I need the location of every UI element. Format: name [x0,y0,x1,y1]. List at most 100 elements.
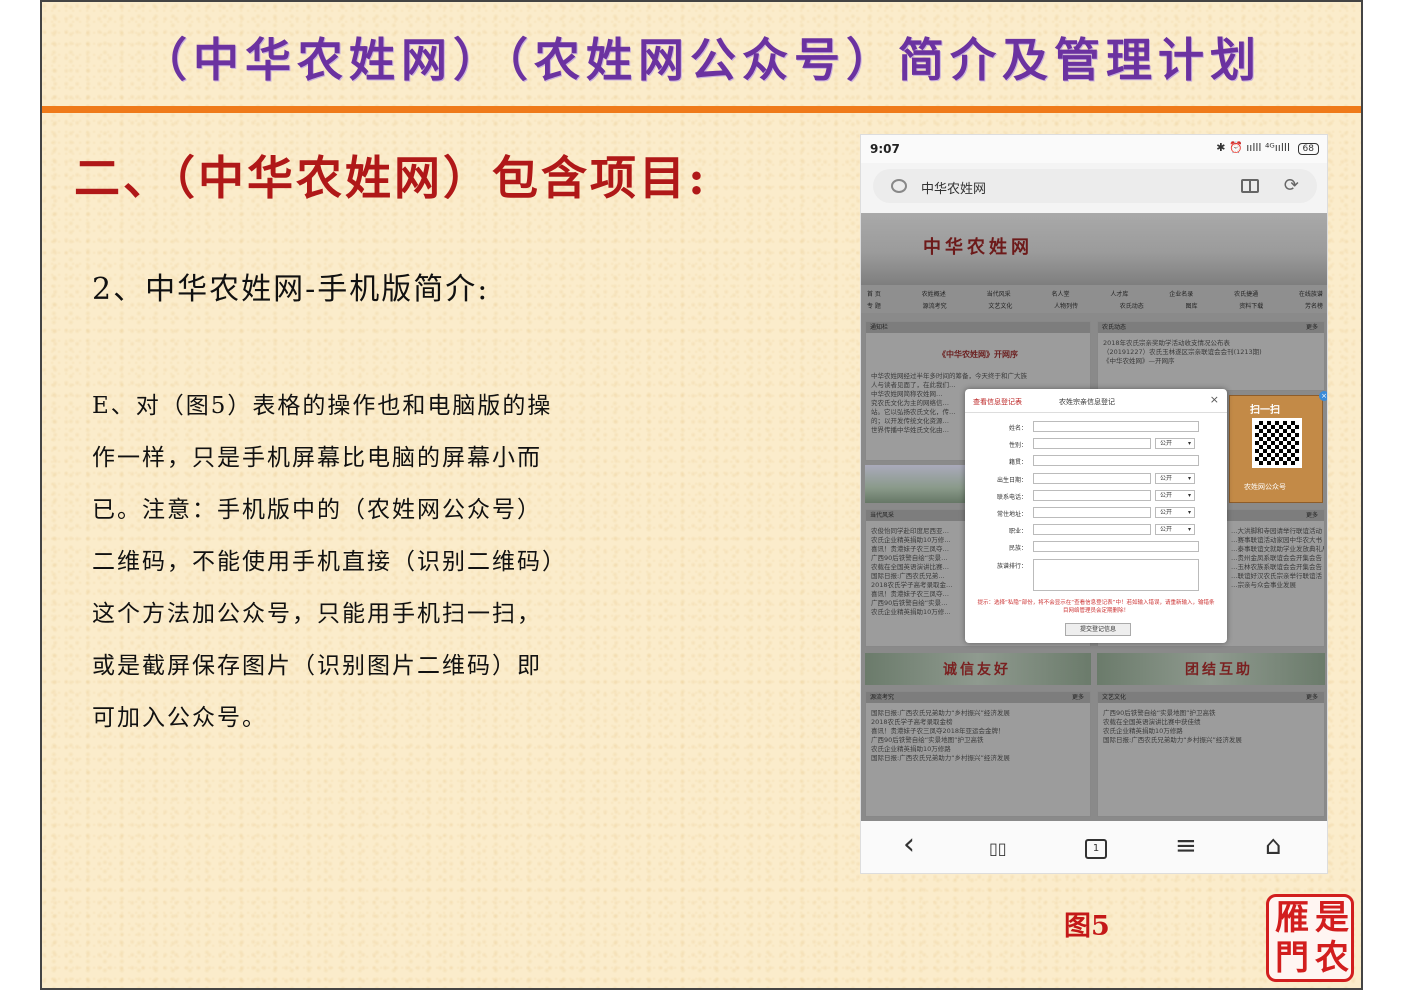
privacy-select[interactable]: 公开 [1155,490,1195,501]
field-label: 族谱排行： [996,563,1027,570]
job-input[interactable] [1033,524,1151,535]
qr-code-image [1252,418,1302,468]
privacy-select[interactable]: 公开 [1155,473,1195,484]
form-row-ethnicity: 民族： [965,541,1227,555]
registration-modal: 查看信息登记表 农姓宗亲信息登记 × 姓名： 性别： 公开 籍贯： [965,389,1227,643]
nav-item[interactable]: 文艺文化 [988,301,1012,310]
origin-panel: 源流考究 更多 国际日报:广西农氏兄弟助力“乡村振兴”经济发展 2018农氏学子高… [865,691,1091,817]
nav-item[interactable]: 名人堂 [1051,289,1069,298]
dynamic-line[interactable]: 《中华农姓网》—开网序 [1098,357,1324,366]
news-line[interactable]: …大洪脚和寺园请举行联谊活动 [1226,527,1324,536]
nav-item[interactable]: 当代风采 [987,289,1011,298]
origin-input[interactable] [1033,455,1199,466]
seal-char: 雁 [1275,898,1309,938]
banner-left-text: 诚信友好 [943,662,1011,678]
form-row-job: 职业： 公开 [965,524,1227,538]
seal-logo: 是 农 雁 門 [1266,894,1354,982]
address-bar[interactable]: 中华农姓网 ⟳ [873,169,1317,203]
nav-item[interactable]: 农姓概述 [922,289,946,298]
nav-row: 首 页 农姓概述 当代风采 名人堂 人才库 企业名录 农氏捷通 在线族谱 [867,289,1323,298]
address-input[interactable] [1033,507,1151,518]
panel-heading: 通知栏 [866,322,1090,333]
field-label: 常住地址： [996,511,1027,518]
submit-button[interactable]: 提交登记信息 [1065,623,1131,636]
field-label: 出生日期： [996,477,1027,484]
birthdate-input[interactable] [1033,473,1151,484]
nav-row: 专 题 源流考究 文艺文化 人物列传 农氏动态 图库 资料下载 芳名榜 [867,301,1323,310]
ethnicity-input[interactable] [1033,541,1199,552]
culture-line[interactable]: 国际日报:广西农氏兄弟助力“乡村振兴”经济发展 [1098,736,1324,745]
close-icon[interactable]: × [1319,391,1327,401]
notice-title[interactable]: 《中华农姓网》开网序 [866,349,1090,360]
home-icon[interactable]: ⌂ [1265,831,1282,861]
news-line[interactable]: …贵州金凤系联谊会会开集会告 [1226,554,1324,563]
nav-item[interactable]: 芳名榜 [1305,301,1323,310]
bookmarks-icon[interactable]: ▯▯ [989,839,1007,858]
nav-item[interactable]: 在线族谱 [1299,289,1323,298]
nav-item[interactable]: 首 页 [867,289,881,298]
genealogy-textarea[interactable] [1033,559,1199,591]
origin-line[interactable]: 喜讯！贵港妹子农三凤夺2018年亚运会金牌！ [866,727,1090,736]
origin-line[interactable]: 国际日报:广西农氏兄弟助力“乡村振兴”经济发展 [866,754,1090,763]
privacy-select[interactable]: 公开 [1155,438,1195,449]
field-label: 民族： [1008,545,1027,552]
field-label: 职业： [1008,528,1027,535]
nav-item[interactable]: 农氏动态 [1120,301,1144,310]
field-label: 姓名： [1008,425,1027,432]
origin-line[interactable]: 广西90后铁警自绘“实景地图”护卫高铁 [866,736,1090,745]
web-nav: 首 页 农姓概述 当代风采 名人堂 人才库 企业名录 农氏捷通 在线族谱 专 题… [861,285,1327,313]
dynamic-line[interactable]: 2018年农氏宗亲奖助学活动收支情况公布表 [1098,339,1324,348]
more-link[interactable]: 更多 [1306,322,1318,333]
header-title: （中华农姓网）（农姓网公众号）简介及管理计划 [141,33,1262,87]
news-line[interactable]: …泰事联谊文就助学业发放典礼局 [1226,545,1324,554]
origin-line[interactable]: 国际日报:广西农氏兄弟助力“乡村振兴”经济发展 [866,709,1090,718]
nav-item[interactable]: 人才库 [1110,289,1128,298]
name-input[interactable] [1033,421,1199,432]
nav-item[interactable]: 农氏捷通 [1234,289,1258,298]
culture-line[interactable]: 农载在全国英语演讲比赛中获佳绩 [1098,718,1324,727]
nav-item[interactable]: 资料下载 [1239,301,1263,310]
panel-heading: 文艺文化 更多 [1098,692,1324,703]
nav-item[interactable]: 专 题 [867,301,881,310]
news-line[interactable]: …联谊好汉农氏宗亲举行联谊活 [1226,572,1324,581]
modal-tip: 提示：选择“私隐”部份，将不会显示在“查看信息登记表”中！若如输入错误，请重新输… [977,600,1215,614]
nav-item[interactable]: 图库 [1186,301,1198,310]
section-title: 二、（中华农姓网）包含项目: [74,151,708,205]
more-link[interactable]: 更多 [1072,692,1084,703]
menu-icon[interactable]: ≡ [1175,831,1197,861]
reader-mode-icon[interactable] [1241,179,1259,193]
news-line[interactable]: …玉林农族系联谊会会开集会告 [1226,563,1324,572]
origin-line[interactable]: 2018农氏学子高考录取金榜 [866,718,1090,727]
privacy-select[interactable]: 公开 [1155,507,1195,518]
gender-input[interactable] [1033,438,1151,449]
close-icon[interactable]: × [1210,393,1219,406]
phone-input[interactable] [1033,490,1151,501]
slide: （中华农姓网）（农姓网公众号）简介及管理计划 二、（中华农姓网）包含项目: 2、… [40,0,1363,990]
back-icon[interactable]: ‹ [903,827,915,862]
dynamic-line[interactable]: （20191227）农氏玉林遂区宗亲联谊会会刊(1213期) [1098,348,1324,357]
nav-item[interactable]: 企业名录 [1169,289,1193,298]
banner-left: 诚信友好 [865,653,1091,685]
web-logo: 中华农姓网 [923,237,1033,258]
more-link[interactable]: 更多 [1306,692,1318,703]
panel-heading-text: 农氏动态 [1102,324,1127,331]
phone-screenshot: 9:07 ✱ ⏰ ıılll ⁴ᴳıılll 68 中华农姓网 ⟳ 中华农姓网 … [860,134,1328,874]
address-text: 中华农姓网 [921,182,987,197]
culture-line[interactable]: 农氏企业精英捐助10万修路 [1098,727,1324,736]
modal-title: 农姓宗亲信息登记 [1059,398,1115,406]
form-row-birthdate: 出生日期： 公开 [965,473,1227,487]
nav-item[interactable]: 人物列传 [1054,301,1078,310]
news-line[interactable]: …宗亲与众会事业发展 [1226,581,1324,590]
body-line: 或是截屏保存图片（识别图片二维码）即 [92,653,542,679]
tabs-icon[interactable]: 1 [1085,839,1107,859]
news-line[interactable]: …赛事联谊活动家园中华农大书 [1226,536,1324,545]
privacy-select[interactable]: 公开 [1155,524,1195,535]
culture-line[interactable]: 广西90后铁警自绘“实景地图”护卫高铁 [1098,709,1324,718]
web-banner: 中华农姓网 [861,213,1327,285]
nav-item[interactable]: 源流考究 [923,301,947,310]
tab-view-registry[interactable]: 查看信息登记表 [973,397,1022,407]
origin-line[interactable]: 农氏企业精英捐助10万修路 [866,745,1090,754]
site-icon [891,179,907,193]
more-link[interactable]: 更多 [1306,510,1318,521]
refresh-icon[interactable]: ⟳ [1284,175,1299,196]
